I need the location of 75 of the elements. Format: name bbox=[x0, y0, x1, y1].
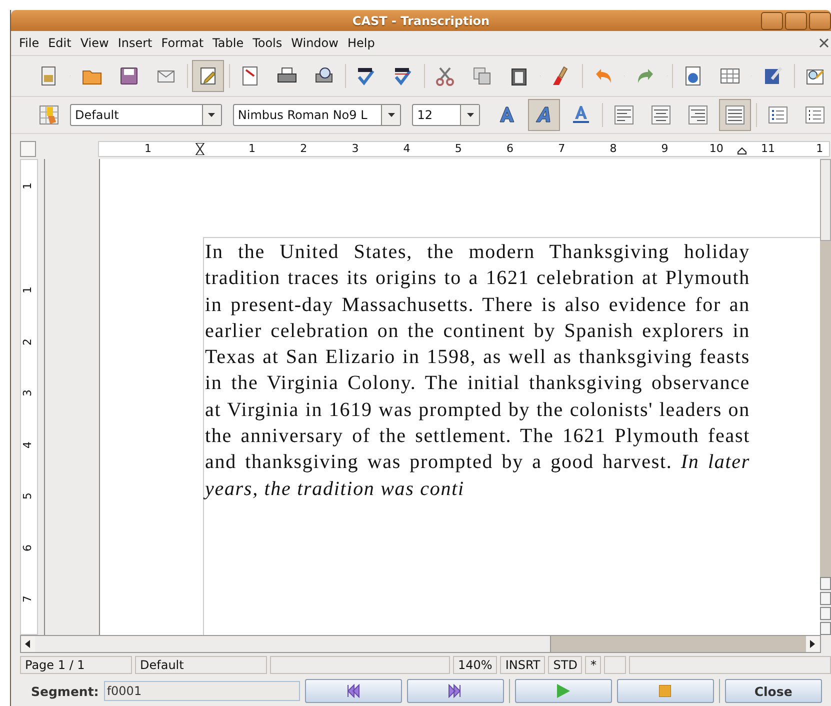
ruler-number: 1 bbox=[144, 142, 152, 156]
stop-button[interactable] bbox=[616, 679, 714, 703]
align-left-icon bbox=[613, 104, 636, 126]
toolbar-button[interactable] bbox=[719, 99, 752, 131]
font-size-dropdown[interactable]: 12 bbox=[412, 104, 480, 126]
ruler-number: 2 bbox=[21, 338, 34, 345]
numbered-list-icon bbox=[767, 104, 789, 126]
rewind-icon bbox=[346, 684, 360, 698]
paragraph-style-dropdown[interactable]: Default bbox=[70, 104, 222, 126]
status-field bbox=[604, 656, 626, 674]
previous-segment-button[interactable] bbox=[304, 679, 402, 703]
maximize-button[interactable] bbox=[785, 12, 807, 30]
ruler-number: 6 bbox=[506, 142, 514, 156]
ruler-number: 1 bbox=[248, 142, 256, 156]
ruler-number: 4 bbox=[403, 142, 410, 156]
ruler-number: 10 bbox=[709, 142, 724, 156]
ruler-number: 5 bbox=[454, 142, 462, 156]
menu-item[interactable]: File bbox=[15, 34, 44, 52]
status-field: 140% bbox=[453, 656, 498, 674]
ruler-number: 1 bbox=[21, 182, 34, 190]
document-paragraph: In the United States, the modern Thanksgiving holiday tradition traces its origins to a 1621 celebration at Plymouth in present-day Massachusetts. There is also evidence for an earlier celebration on the continent by Spanish explorers in Texas at San Elizario in 1598, as well as thanksgiving feasts in the Virginia Colony. The initial thanksgiving observance at Virginia in 1619 was prompted by the colonists' leaders on the anniversary of the settlement. The 1621 Plymouth feast and thanksgiving was prompted by a good harvest. In later years, the tradition was conti bbox=[205, 240, 750, 502]
font-name-dropdown[interactable]: Nimbus Roman No9 L bbox=[232, 104, 402, 126]
align-right-icon bbox=[687, 104, 710, 126]
status-field: INSRT bbox=[500, 656, 546, 674]
right-indent-marker-icon[interactable] bbox=[737, 147, 747, 155]
scroll-right-icon[interactable] bbox=[810, 640, 816, 648]
vertical-scrollbar[interactable] bbox=[820, 159, 831, 635]
menu-item[interactable]: Help bbox=[343, 34, 380, 52]
ruler-number: 6 bbox=[21, 544, 34, 551]
copy-icon bbox=[470, 65, 493, 87]
menu-item[interactable]: Edit bbox=[44, 34, 76, 52]
ruler-number: 2 bbox=[300, 142, 308, 156]
ruler-number: 8 bbox=[610, 142, 617, 156]
tab-stop-button[interactable] bbox=[20, 141, 36, 157]
menu-item[interactable]: Tools bbox=[248, 34, 288, 52]
ruler-number: 3 bbox=[21, 390, 34, 396]
ruler-number: 7 bbox=[21, 596, 34, 602]
menu-item[interactable]: Insert bbox=[114, 34, 158, 52]
ruler-number: 7 bbox=[558, 142, 566, 156]
ruler-number: 1 bbox=[21, 286, 34, 294]
ruler-number: 3 bbox=[352, 142, 359, 156]
scissors-icon bbox=[434, 65, 456, 87]
play-button[interactable] bbox=[514, 679, 612, 703]
bulleted-list-icon bbox=[804, 104, 826, 126]
menu-item[interactable]: Format bbox=[157, 34, 209, 52]
menu-item[interactable]: View bbox=[76, 34, 114, 52]
status-field: Page 1 / 1 bbox=[20, 656, 132, 674]
ruler-number: 5 bbox=[21, 492, 34, 500]
status-field: * bbox=[585, 656, 602, 674]
menu-item[interactable]: Window bbox=[287, 34, 344, 52]
fast-forward-icon bbox=[448, 684, 462, 698]
minimize-button[interactable] bbox=[761, 12, 783, 30]
ruler-number: 9 bbox=[661, 142, 668, 156]
stop-icon bbox=[659, 685, 672, 697]
horizontal-scrollbar[interactable] bbox=[20, 635, 821, 653]
toolbar-button[interactable] bbox=[192, 60, 224, 92]
ruler-number: 4 bbox=[21, 441, 34, 448]
close-icon[interactable] bbox=[819, 38, 829, 48]
status-field: Default bbox=[135, 656, 267, 674]
justify-icon bbox=[724, 104, 746, 126]
ruler-number: 11 bbox=[761, 142, 775, 156]
stylist-icon bbox=[38, 104, 60, 126]
segment-field[interactable]: f0001 bbox=[104, 681, 300, 701]
ruler-number: 1 bbox=[816, 142, 824, 156]
scroll-left-icon[interactable] bbox=[25, 640, 31, 648]
status-field: STD bbox=[548, 656, 582, 674]
align-center-icon bbox=[650, 104, 672, 126]
close-button[interactable] bbox=[809, 12, 831, 30]
indent-marker-icon[interactable] bbox=[195, 143, 205, 155]
window-title: CAST - Transcription bbox=[352, 14, 490, 28]
segment-label: Segment: bbox=[31, 684, 99, 698]
play-icon bbox=[555, 683, 572, 699]
close-button[interactable]: Close bbox=[724, 679, 822, 703]
next-segment-button[interactable] bbox=[406, 679, 504, 703]
menu-item[interactable]: Table bbox=[208, 34, 249, 52]
